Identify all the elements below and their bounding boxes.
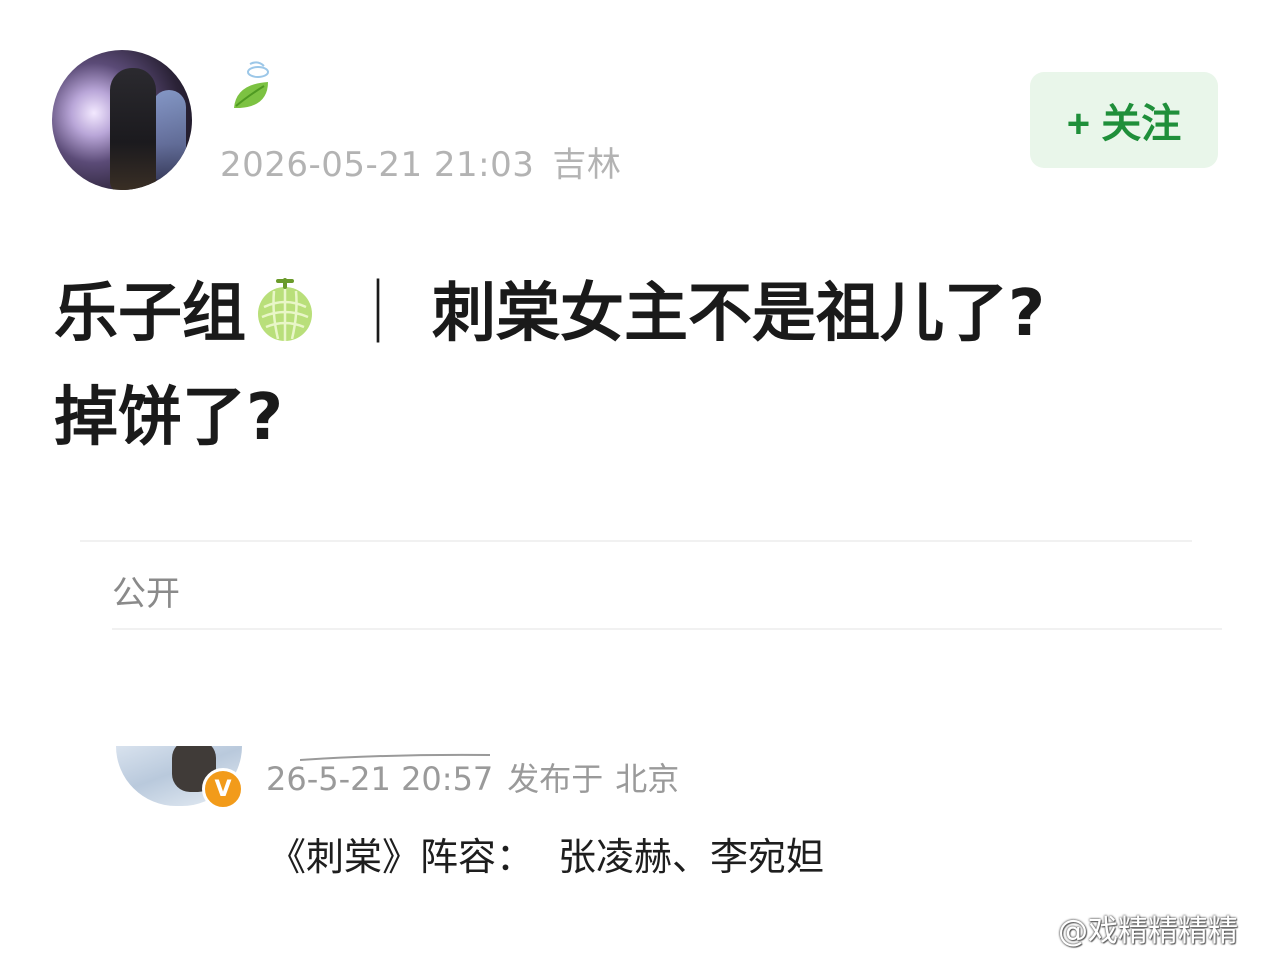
follow-button-label: + 关注	[1066, 102, 1182, 146]
verified-badge-icon: V	[202, 768, 244, 810]
post-location: 吉林	[552, 145, 622, 185]
title-prefix: 乐子组	[54, 277, 246, 351]
watermark-text: @戏精精精精	[1058, 914, 1238, 949]
post-timestamp: 2026-05-21 21:03	[220, 145, 535, 185]
follow-button[interactable]: + 关注	[1030, 72, 1218, 168]
avatar-figure-back	[152, 90, 186, 180]
divider	[80, 540, 1192, 542]
title-line2: 掉饼了?	[54, 381, 284, 455]
avatar-figure	[110, 68, 156, 190]
post-title: 乐子组 ｜ 刺棠女主不是祖儿了? 掉饼了?	[54, 262, 1234, 470]
post-meta: 2026-05-21 21:03 吉林	[220, 137, 621, 186]
comment-timestamp: 26-5-21 20:57	[266, 760, 494, 798]
comment-work: 《刺棠》阵容：	[268, 835, 535, 879]
visibility-label: 公开	[112, 574, 180, 614]
weibo-logo-icon	[1012, 913, 1050, 945]
author-avatar[interactable]	[52, 50, 192, 190]
comment-published-label: 发布于	[507, 760, 604, 798]
melon-icon	[258, 278, 312, 341]
post-page: 2026-05-21 21:03 吉林 + 关注 乐子组 ｜ 刺棠女主不是祖儿了? …	[0, 0, 1271, 956]
strike-mark	[300, 753, 490, 761]
title-separator: ｜	[346, 277, 410, 351]
watermark: @戏精精精精	[1012, 906, 1238, 950]
leaf-icon	[234, 61, 269, 108]
title-line1: 刺棠女主不是祖儿了?	[432, 277, 1046, 351]
comment-cast: 张凌赫、李宛妲	[558, 835, 825, 879]
comment-location: 北京	[615, 760, 680, 798]
comment-text: 《刺棠》阵容： 张凌赫、李宛妲	[268, 826, 824, 881]
divider	[112, 628, 1222, 630]
